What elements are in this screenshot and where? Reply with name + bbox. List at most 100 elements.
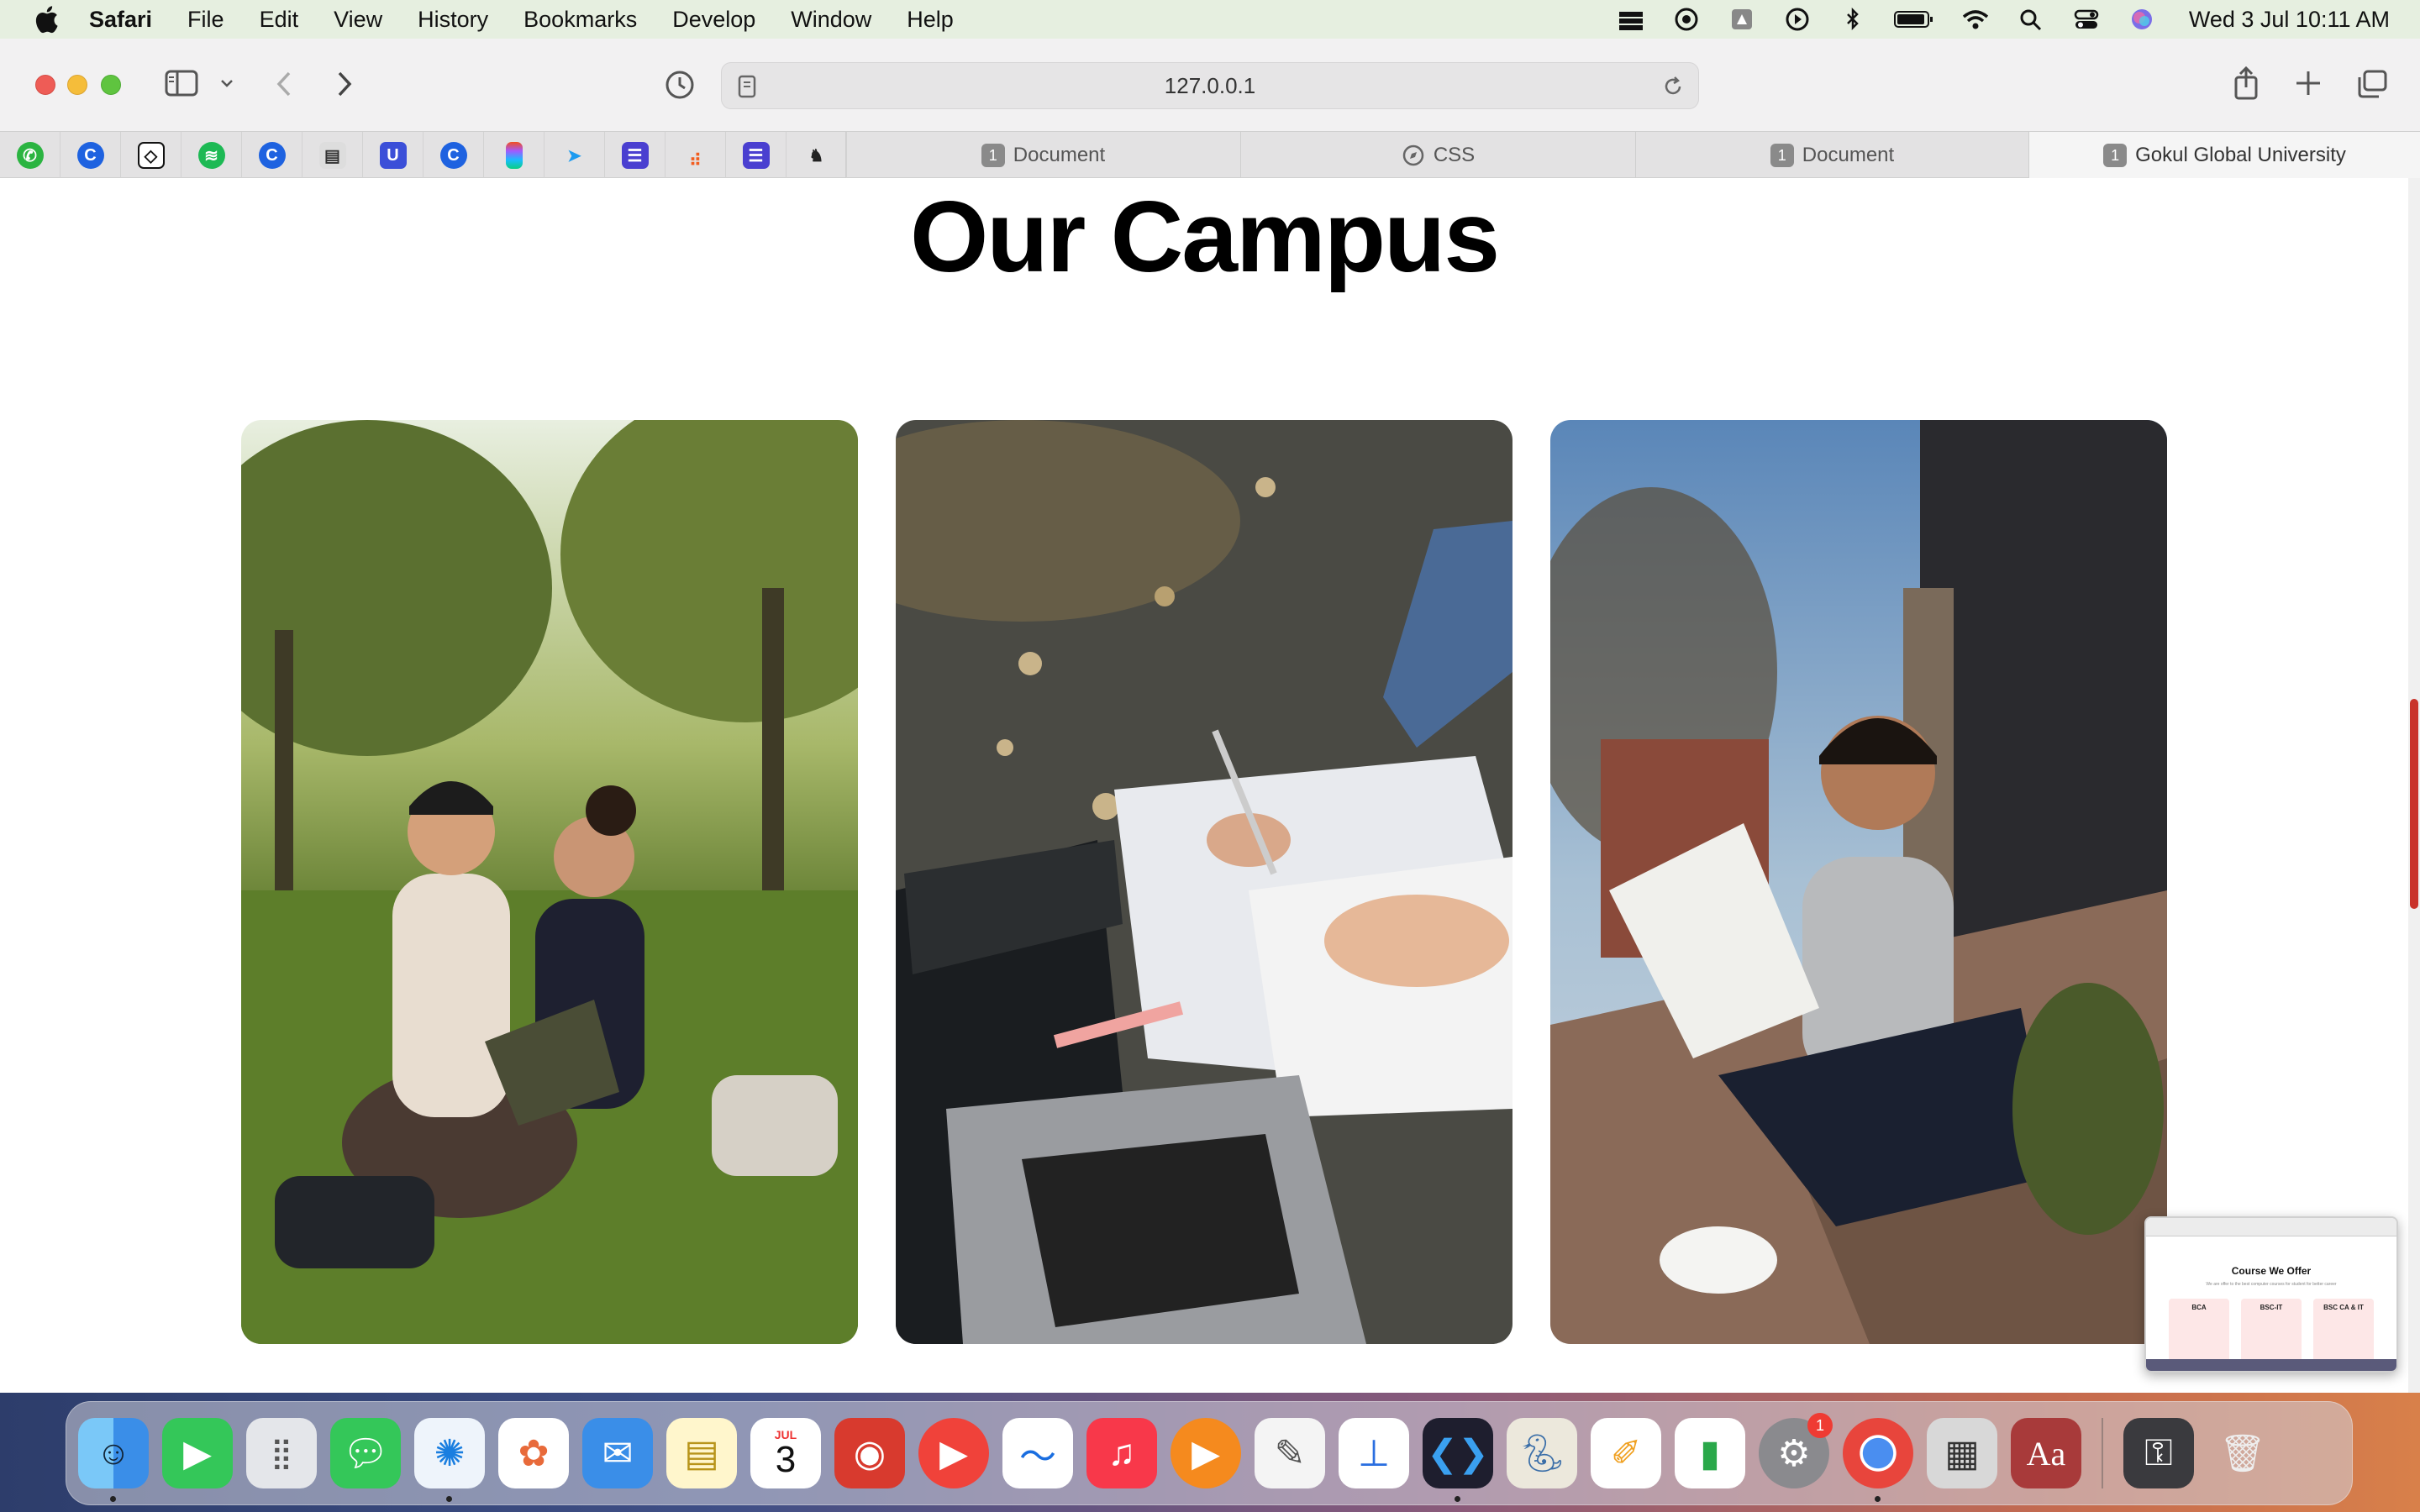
stack-icon[interactable]: [1616, 7, 1646, 32]
menu-bookmarks[interactable]: Bookmarks: [523, 7, 637, 33]
pinned-tab-chart[interactable]: ⣴: [666, 132, 726, 179]
bluetooth-icon[interactable]: [1838, 7, 1868, 32]
menu-clock[interactable]: Wed 3 Jul 10:11 AM: [2189, 7, 2390, 33]
preview-title: Course We Offer: [2231, 1265, 2312, 1277]
menu-view[interactable]: View: [334, 7, 382, 33]
preview-toolbar: [2146, 1218, 2396, 1236]
browser-toolbar: 127.0.0.1: [0, 39, 2420, 131]
window-preview-thumbnail[interactable]: Course We Offer We are offer to the best…: [2144, 1216, 2398, 1373]
page-scrollbar[interactable]: [2408, 178, 2420, 1393]
menu-edit[interactable]: Edit: [260, 7, 299, 33]
photos-icon[interactable]: ✿: [498, 1418, 569, 1488]
pinned-tab-list[interactable]: ☰: [605, 132, 666, 179]
numbers-icon[interactable]: ▮: [1675, 1418, 1745, 1488]
dictionary-icon[interactable]: Aa: [2011, 1418, 2081, 1488]
pinned-tab-c[interactable]: C: [60, 132, 121, 179]
codepen-icon: ◇: [137, 142, 165, 169]
freeform-icon[interactable]: 〜: [1002, 1418, 1073, 1488]
back-button[interactable]: [272, 69, 297, 99]
figma-icon: [505, 142, 523, 169]
drive-icon[interactable]: [1727, 7, 1757, 32]
pinned-tab-c-3[interactable]: C: [424, 132, 484, 179]
siri-icon[interactable]: [2127, 7, 2157, 32]
calendar-icon[interactable]: JUL 3: [750, 1418, 821, 1488]
tab-label: CSS: [1433, 144, 1476, 166]
sidebar-toggle-icon[interactable]: [165, 69, 198, 97]
pinned-tab-c-2[interactable]: C: [242, 132, 302, 179]
menu-help[interactable]: Help: [907, 7, 954, 33]
messages-icon[interactable]: 💬︎: [330, 1418, 401, 1488]
chart-icon: ⣴: [689, 146, 702, 165]
python-launcher-icon[interactable]: 🐍︎: [1507, 1418, 1577, 1488]
preview-card: BSC CA & IT: [2313, 1299, 2374, 1366]
trash-icon[interactable]: 🗑︎: [2207, 1418, 2278, 1488]
timer-icon[interactable]: [1671, 7, 1702, 32]
textedit-icon[interactable]: ✎: [1255, 1418, 1325, 1488]
pinned-tab-horse[interactable]: ♞: [786, 132, 847, 179]
tab-css[interactable]: CSS: [1240, 132, 1635, 179]
system-settings-icon[interactable]: ⚙ 1: [1759, 1413, 1833, 1488]
tab-bar: ✆ C ◇ ≋ C ▤ U C ➤ ☰ ⣴ ☰ ♞ 1 Document CSS…: [0, 131, 2420, 179]
pinned-tab-figma[interactable]: [484, 132, 544, 179]
url-text[interactable]: 127.0.0.1: [1165, 73, 1255, 99]
battery-icon[interactable]: [1893, 7, 1935, 32]
c-icon: C: [439, 142, 467, 169]
chevron-down-icon[interactable]: [218, 76, 235, 91]
apple-menu-icon[interactable]: [34, 5, 59, 34]
menu-file[interactable]: File: [187, 7, 224, 33]
notes-app-icon[interactable]: ▤: [666, 1418, 737, 1488]
music-icon[interactable]: ♫: [1086, 1418, 1157, 1488]
new-tab-icon[interactable]: [2294, 69, 2323, 97]
vscode-icon[interactable]: ❮❯: [1423, 1418, 1493, 1502]
share-icon[interactable]: [2232, 66, 2260, 101]
menu-window[interactable]: Window: [791, 7, 871, 33]
tab-gokul-global-university[interactable]: 1 Gokul Global University: [2028, 132, 2420, 179]
close-window-button[interactable]: [35, 75, 55, 95]
pinned-tab-list-2[interactable]: ☰: [726, 132, 786, 179]
play-circle-icon[interactable]: [1782, 7, 1812, 32]
facetime-icon[interactable]: ▶: [162, 1418, 233, 1488]
running-indicator: [1455, 1496, 1460, 1502]
menu-history[interactable]: History: [418, 7, 488, 33]
running-indicator: [110, 1496, 116, 1502]
maximize-window-button[interactable]: [101, 75, 121, 95]
pinned-tab-whatsapp[interactable]: ✆: [0, 132, 60, 179]
finder-icon[interactable]: ☺: [78, 1418, 149, 1502]
forward-button[interactable]: [331, 69, 356, 99]
page-title: Our Campus: [909, 181, 1500, 293]
minimize-window-button[interactable]: [67, 75, 87, 95]
pinned-tab-codepen[interactable]: ◇: [121, 132, 182, 179]
search-icon[interactable]: [2016, 7, 2046, 32]
address-bar[interactable]: 127.0.0.1: [721, 62, 1699, 109]
wifi-icon[interactable]: [1960, 7, 1991, 32]
page-icon: [737, 75, 757, 98]
tab-document-2[interactable]: 1 Document: [1635, 132, 2028, 179]
keynote-icon[interactable]: ⊥: [1339, 1418, 1409, 1488]
control-center-icon[interactable]: [2071, 7, 2102, 32]
tab-label: Document: [1802, 144, 1895, 166]
photo-booth-icon[interactable]: ◉: [834, 1418, 905, 1488]
scrollbar-thumb[interactable]: [2410, 699, 2418, 909]
safari-icon[interactable]: ✺: [414, 1418, 485, 1502]
pinned-tab-spotify[interactable]: ≋: [182, 132, 242, 179]
pages-icon[interactable]: ✐: [1591, 1418, 1661, 1488]
mail-icon[interactable]: ✉: [582, 1418, 653, 1488]
chrome-icon[interactable]: [1843, 1418, 1913, 1502]
pinned-tab-bird[interactable]: ➤: [544, 132, 605, 179]
tab-document-1[interactable]: 1 Document: [845, 132, 1240, 179]
calculator-icon[interactable]: ▦: [1927, 1418, 1997, 1488]
reload-icon[interactable]: [1661, 75, 1685, 98]
keychain-icon[interactable]: ⚿: [2123, 1418, 2194, 1488]
safari-window: 127.0.0.1 ✆ C ◇ ≋ C ▤ U C ➤ ☰ ⣴ ☰ ♞ 1 Do…: [0, 39, 2420, 1393]
vlc-icon[interactable]: ▶: [1171, 1418, 1241, 1488]
pinned-tab-u[interactable]: U: [363, 132, 424, 179]
notes-icon: ▤: [318, 142, 346, 169]
notification-badge: 1: [1807, 1413, 1833, 1438]
menu-app-name[interactable]: Safari: [89, 7, 152, 33]
launchpad-icon[interactable]: ⣿: [246, 1418, 317, 1488]
tab-overview-icon[interactable]: [2356, 69, 2388, 99]
media-player-icon[interactable]: ▶: [918, 1418, 989, 1488]
menu-develop[interactable]: Develop: [672, 7, 755, 33]
pinned-tab-notes[interactable]: ▤: [302, 132, 363, 179]
history-clock-icon[interactable]: [664, 69, 696, 101]
